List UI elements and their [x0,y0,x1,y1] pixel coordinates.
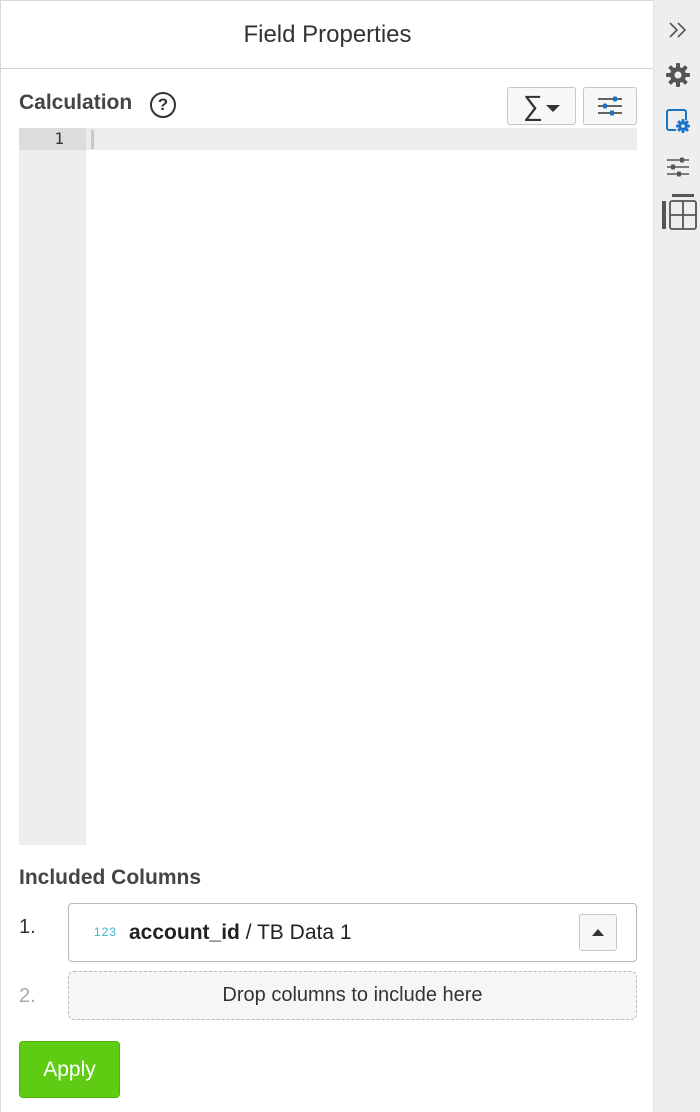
gear-icon[interactable] [661,58,695,92]
double-chevron-right-icon[interactable] [661,13,695,47]
formula-options-button[interactable] [583,87,637,125]
line-number: 1 [19,128,86,150]
sliders-icon [598,96,622,116]
calculation-editor[interactable]: 1 [19,128,637,845]
drop-index: 2. [19,985,36,1007]
included-columns-label: Included Columns [19,866,202,889]
apply-button[interactable]: Apply [19,1041,120,1098]
sigma-icon: ∑ [523,90,543,121]
panel-header: Field Properties [1,1,654,69]
calculation-toolbar: Calculation ? ∑ [19,87,637,125]
column-index: 1. [19,916,36,938]
table-layout-icon[interactable] [659,193,699,233]
caret-down-icon [545,104,560,112]
editor-gutter: 1 [19,128,86,845]
right-side-rail [653,0,700,1112]
formula-input[interactable] [91,129,631,149]
column-drop-zone[interactable]: Drop columns to include here [68,971,637,1020]
column-name: account_id / TB Data 1 [129,921,352,945]
included-column-item[interactable]: 123 account_id / TB Data 1 [68,903,637,962]
panel-title: Field Properties [243,20,412,48]
caret-up-icon [592,929,604,936]
column-collapse-button[interactable] [579,914,617,951]
field-properties-panel: Field Properties Calculation ? ∑ 1 Inclu [0,0,654,1112]
column-source: / TB Data 1 [239,921,352,944]
number-type-icon: 123 [94,925,118,939]
field-settings-icon[interactable] [661,104,695,138]
calculation-label: Calculation [19,91,133,114]
column-field-name: account_id [129,921,240,944]
sliders-icon[interactable] [661,150,695,184]
help-icon[interactable]: ? [150,92,176,118]
functions-dropdown-button[interactable]: ∑ [507,87,576,125]
